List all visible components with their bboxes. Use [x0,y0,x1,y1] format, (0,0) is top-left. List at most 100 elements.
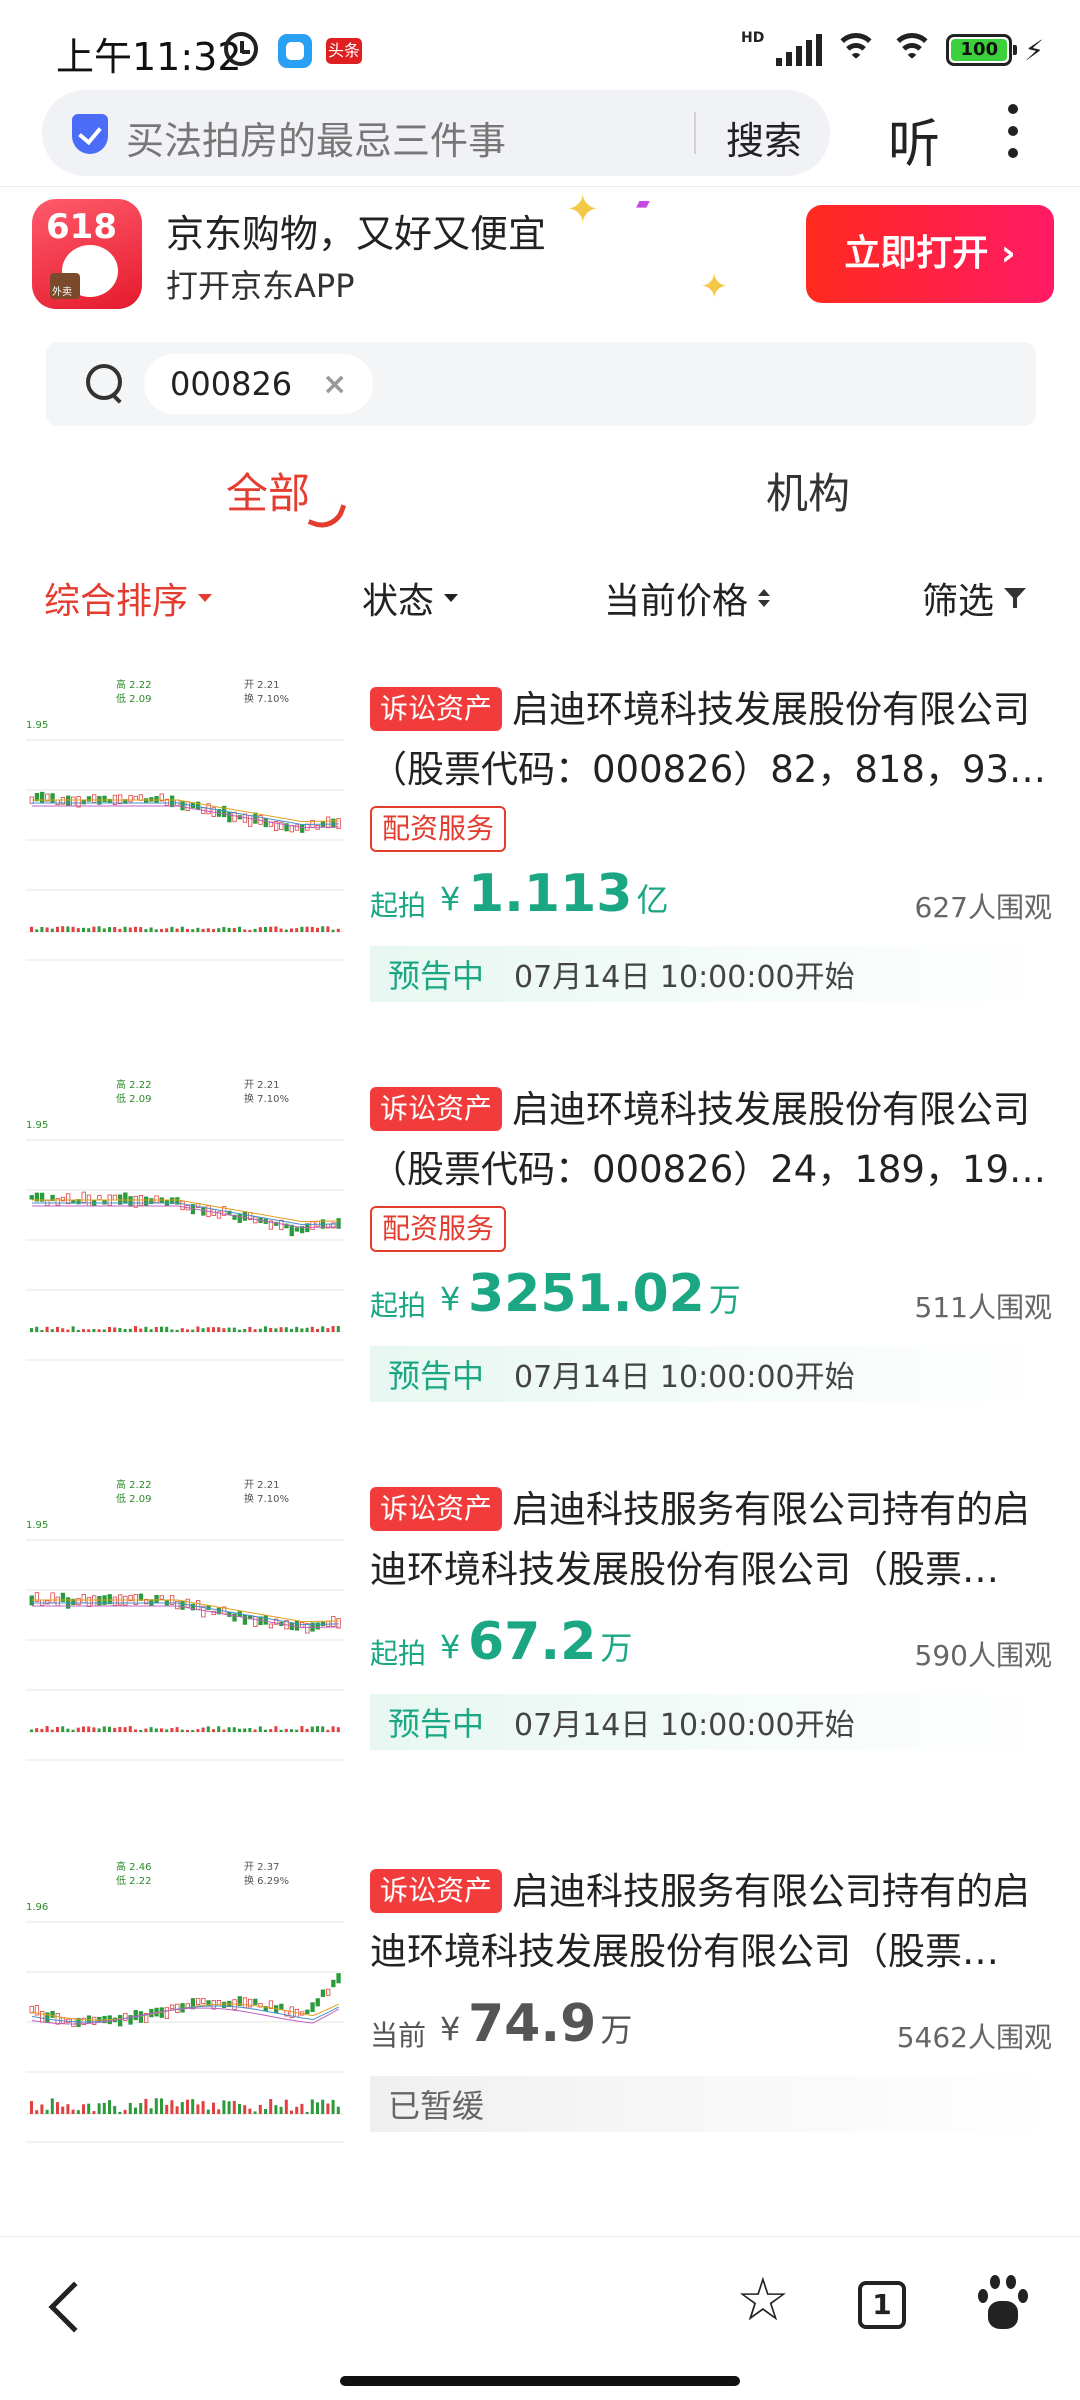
sort-arrows-icon [758,589,771,607]
thumb-price-label: 1.95 [26,720,48,731]
battery-icon: 100 [946,34,1018,66]
address-query[interactable]: 买法拍房的最忌三件事 [126,110,506,165]
candlestick-chart: 高 2.46低 2.22 开 2.37换 6.29% 1.96 [26,1860,344,2143]
watcher-count: 5462人围观 [896,2021,1052,2054]
listing-item[interactable]: 高 2.22 低 2.09 开 2.21 换 7.10% 1.95 诉讼资产 启迪环境科技… [0,650,1080,1010]
thumb-open-label: 开 2.37 [244,1862,279,1873]
search-button[interactable]: 搜索 [726,110,802,165]
stock-chart-thumbnail: 高 2.22 低 2.09 开 2.21 换 7.10% 1.95 [26,1470,344,1786]
active-tab-indicator [307,495,347,535]
watcher-count: 511人围观 [914,1291,1052,1324]
tab-institution[interactable]: 机构 [766,460,850,521]
price-row: 起拍 ¥ 1.113 亿 627人围观 [370,864,1052,924]
auction-status: 已暂缓 [370,2076,1052,2132]
news-notification-icon: 头条 [326,38,362,64]
price-type: 起拍 [370,1637,427,1670]
filter-row: 综合排序 状态 当前价格 筛选 [0,572,1080,622]
price-type: 起拍 [370,889,427,922]
listing-title[interactable]: 诉讼资产 启迪科技服务有限公司持有的启迪环境科技发展股份有限公司（股票… [370,1480,1052,1600]
thumb-low-label: 低 2.09 [116,1492,151,1505]
price-type: 当前 [370,2019,427,2052]
jd-banner-title: 京东购物，又好又便宜 [166,212,547,256]
bookmark-star-icon[interactable]: ☆ [736,2265,790,2335]
clear-icon[interactable]: × [322,367,347,402]
thumb-high-label: 高 2.46 [116,1860,151,1873]
thumb-price-label: 1.95 [26,1520,48,1531]
thumb-price-label: 1.95 [26,1120,48,1131]
listen-button[interactable]: 听 [888,102,940,177]
price-row: 起拍 ¥ 3251.02 万 511人围观 [370,1264,1052,1324]
status-dropdown[interactable]: 状态 [362,572,459,624]
listing-title[interactable]: 诉讼资产 启迪环境科技发展股份有限公司（股票代码：000826）24，189，19… [370,1080,1052,1200]
litigation-tag: 诉讼资产 [370,1087,503,1131]
open-app-button[interactable]: 立即打开 › [806,205,1054,303]
litigation-tag: 诉讼资产 [370,1487,503,1531]
signal-icon [776,34,823,66]
address-bar[interactable]: 买法拍房的最忌三件事 搜索 [42,90,830,176]
candlestick-chart: 高 2.22低 2.09 开 2.21换 7.10% 1.95 [26,1478,344,1761]
litigation-tag: 诉讼资产 [370,1869,503,1913]
sort-dropdown[interactable]: 综合排序 [44,572,213,624]
filter-label: 筛选 [922,581,995,622]
home-indicator[interactable] [340,2376,740,2386]
status-label: 预告中 [388,1705,485,1743]
status-label: 状态 [362,581,435,622]
jd-app-banner[interactable]: 618 外卖 京东购物，又好又便宜 打开京东APP ✦ ✦ ▰ 立即打开 › [0,186,1080,326]
listing-item[interactable]: 高 2.22 低 2.09 开 2.21 换 7.10% 1.95 诉讼资产 启迪科技服务… [0,1450,1080,1810]
chevron-down-icon [198,594,213,602]
listing-item[interactable]: 高 2.46 低 2.22 开 2.37 换 6.29% 1.96 诉讼资产 启迪科技服务… [0,1832,1080,2192]
tabs-count-button[interactable]: 1 [858,2281,906,2329]
wifi-icon-secondary [890,33,935,67]
thumb-low-label: 低 2.22 [116,1874,151,1887]
thumb-open-label: 开 2.21 [244,1480,279,1491]
listing-title[interactable]: 诉讼资产 启迪环境科技发展股份有限公司（股票代码：000826）82，818，93… [370,680,1052,800]
confetti-icon: ▰ [636,193,650,214]
price-amount: 3251.02 万 [468,1264,741,1324]
sparkle-icon: ✦ [566,187,600,233]
stock-chart-thumbnail: 高 2.46 低 2.22 开 2.37 换 6.29% 1.96 [26,1852,344,2168]
stock-chart-thumbnail: 高 2.22 低 2.09 开 2.21 换 7.10% 1.95 [26,670,344,986]
litigation-tag: 诉讼资产 [370,687,503,731]
thumb-change-label: 换 7.10% [244,1092,289,1105]
service-tag: 配资服务 [370,1206,507,1252]
search-icon [86,364,124,402]
watcher-count: 627人围观 [914,891,1052,924]
listing-title[interactable]: 诉讼资产 启迪科技服务有限公司持有的启迪环境科技发展股份有限公司（股票… [370,1862,1052,1982]
tab-all[interactable]: 全部 [226,460,310,521]
stock-chart-thumbnail: 高 2.22 低 2.09 开 2.21 换 7.10% 1.95 [26,1070,344,1386]
divider [694,112,696,154]
wifi-icon [834,33,879,67]
status-label: 已暂缓 [388,2087,485,2125]
more-icon[interactable] [1006,104,1020,164]
app-notification-icon [278,34,312,68]
back-icon[interactable] [48,2281,100,2333]
listing-search-bar[interactable]: 000826 × [46,342,1036,426]
thumb-high-label: 高 2.22 [116,1078,151,1091]
browser-toolbar: 买法拍房的最忌三件事 搜索 听 [0,90,1080,182]
thumb-low-label: 低 2.09 [116,1092,151,1105]
sparkle-icon: ✦ [700,267,729,307]
candlestick-chart: 高 2.22低 2.09 开 2.21换 7.10% 1.95 [26,678,344,961]
thumb-high-label: 高 2.22 [116,678,151,691]
price-row: 当前 ¥ 74.9 万 5462人围观 [370,1994,1052,2054]
price-label: 当前价格 [604,581,749,622]
baidu-paw-icon[interactable] [976,2275,1028,2331]
listing-item[interactable]: 高 2.22 低 2.09 开 2.21 换 7.10% 1.95 诉讼资产 启迪环境科技… [0,1050,1080,1410]
hd-indicator: HD [740,30,765,46]
thumb-open-label: 开 2.21 [244,680,279,691]
filter-button[interactable]: 筛选 [922,572,1027,624]
shield-icon [72,114,108,154]
jd-banner-subtitle: 打开京东APP [166,267,355,305]
price-amount: 67.2 万 [468,1612,633,1672]
start-time: 07月14日 10:00:00开始 [514,1360,855,1395]
candlestick-chart: 高 2.22低 2.09 开 2.21换 7.10% 1.95 [26,1078,344,1361]
system-indicators: HD 100 ⚡ [741,28,1044,72]
thumb-change-label: 换 7.10% [244,692,289,705]
thumb-low-label: 低 2.09 [116,692,151,705]
status-bar: 上午11:32 头条 HD 100 ⚡ [0,0,1080,90]
status-label: 预告中 [388,957,485,995]
price-amount: 1.113 亿 [468,864,669,924]
search-keyword-chip[interactable]: 000826 × [144,354,374,414]
price-sort[interactable]: 当前价格 [604,572,771,624]
start-time: 07月14日 10:00:00开始 [514,1708,855,1743]
